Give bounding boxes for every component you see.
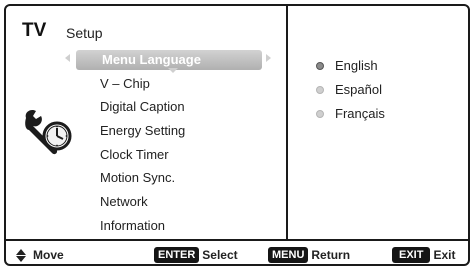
menu-item-label: V – Chip [100, 75, 150, 91]
hint-move: Move [16, 241, 64, 269]
menu-item-label: Motion Sync. [100, 170, 176, 186]
arrow-left-icon [65, 54, 70, 62]
up-down-arrows-icon [16, 248, 26, 262]
language-label: Français [335, 106, 385, 121]
menu-key-badge: MENU [268, 247, 309, 263]
menu-item-digital-caption[interactable]: Digital Caption [100, 95, 201, 119]
hint-select-label: Select [202, 248, 238, 262]
radio-unselected-icon [316, 86, 324, 94]
exit-key-badge: EXIT [392, 247, 431, 263]
wrench-clock-icon [22, 108, 76, 158]
menu-item-label: Information [100, 217, 166, 233]
language-option-english[interactable]: English [316, 54, 385, 78]
menu-item-clock-timer[interactable]: Clock Timer [100, 143, 201, 167]
arrow-down-icon [168, 68, 178, 73]
tv-label: TV [22, 20, 47, 41]
hint-exit-label: Exit [433, 248, 456, 262]
menu-item-menu-language[interactable]: Menu Language [65, 48, 271, 73]
language-label: Español [335, 82, 382, 97]
menu-item-label: Digital Caption [100, 99, 185, 115]
menu-item-motion-sync[interactable]: Motion Sync. [100, 166, 201, 190]
language-option-espanol[interactable]: Español [316, 78, 385, 102]
setup-menu-frame: TV Setup Menu Language V – Chip Digital … [4, 4, 470, 266]
language-panel: English Español Français [288, 6, 468, 239]
hint-exit: EXIT Exit [392, 241, 455, 269]
menu-item-label: Menu Language [102, 52, 201, 67]
hint-return-label: Return [311, 248, 351, 262]
menu-item-energy-setting[interactable]: Energy Setting [100, 119, 201, 143]
radio-unselected-icon [316, 110, 324, 118]
language-label: English [335, 58, 378, 73]
language-options: English Español Français [316, 54, 385, 126]
page-title: Setup [66, 25, 103, 41]
menu-item-label: Energy Setting [100, 123, 186, 139]
setup-menu-list: Menu Language V – Chip Digital Caption E… [65, 48, 271, 238]
menu-item-label: Clock Timer [100, 146, 169, 162]
radio-selected-icon [316, 62, 324, 70]
menu-item-label: Network [100, 194, 148, 210]
arrow-right-icon [266, 54, 271, 62]
menu-panel: TV Setup Menu Language V – Chip Digital … [6, 6, 288, 239]
enter-key-badge: ENTER [154, 247, 200, 263]
menu-item-information[interactable]: Information [100, 214, 201, 238]
language-option-francais[interactable]: Français [316, 102, 385, 126]
hint-move-label: Move [33, 248, 64, 262]
menu-item-v-chip[interactable]: V – Chip [100, 72, 201, 96]
menu-item-network[interactable]: Network [100, 190, 201, 214]
hint-return: MENU Return [268, 241, 350, 269]
hint-select: ENTER Select [154, 241, 238, 269]
footer-hint-bar: Move ENTER Select MENU Return EXIT Exit [6, 239, 468, 264]
